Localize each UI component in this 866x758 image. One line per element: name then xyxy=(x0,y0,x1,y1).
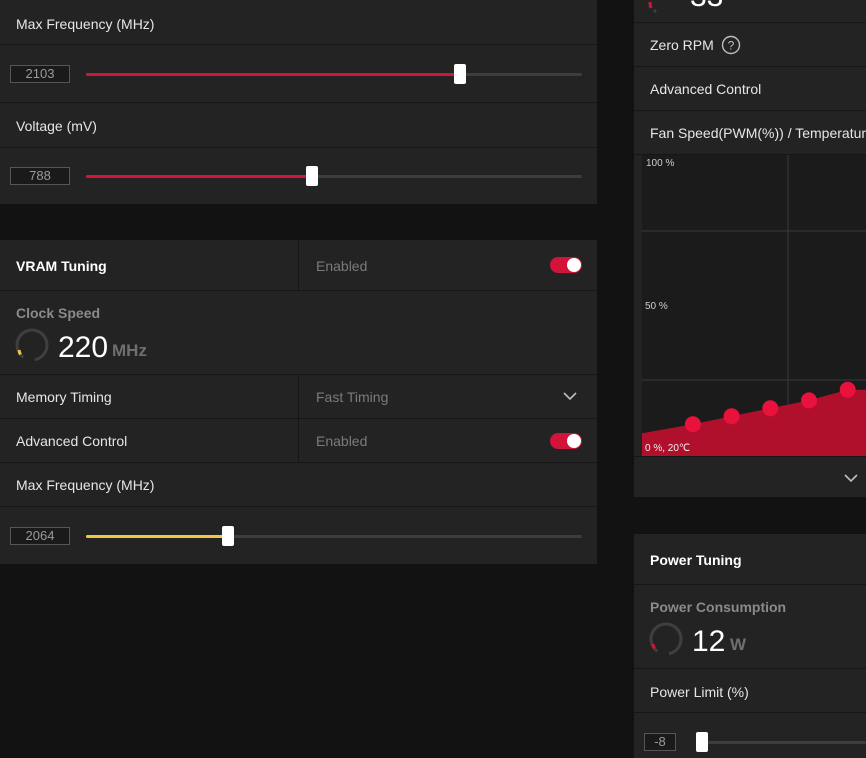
fan-advanced-control-label: Advanced Control xyxy=(650,81,762,97)
voltage-slider-fill xyxy=(86,175,312,178)
clock-speed-value: 220 xyxy=(58,331,109,364)
clock-speed-label: Clock Speed xyxy=(16,305,101,321)
gpu-tuning-panel: Max Frequency (MHz) 2103 Voltage (mV) 78… xyxy=(0,0,597,204)
power-limit-row: Power Limit (%) xyxy=(634,669,866,713)
svg-text:?: ? xyxy=(728,39,735,53)
zero-rpm-label: Zero RPM xyxy=(650,37,714,53)
chevron-down-icon[interactable] xyxy=(844,473,858,483)
fan-top-row: 33 xyxy=(634,0,866,23)
fan-curve-point-4[interactable] xyxy=(801,392,817,409)
vram-tuning-title: VRAM Tuning xyxy=(16,258,107,274)
y-mid-label: 50 % xyxy=(645,301,668,312)
vram-tuning-toggle[interactable] xyxy=(550,257,582,273)
vram-max-frequency-input[interactable]: 2064 xyxy=(10,527,70,545)
power-header-row: Power Tuning xyxy=(634,534,866,585)
vram-advanced-state: Enabled xyxy=(316,433,368,449)
power-consumption-value: 12 xyxy=(692,625,726,658)
fan-speed-value: 33 xyxy=(690,0,723,14)
power-tuning-panel: Power Tuning Power Consumption 12 W Powe… xyxy=(634,534,866,758)
fan-curve-title-row: Fan Speed(PWM(%)) / Temperature( xyxy=(634,111,866,155)
vram-header-divider xyxy=(298,240,299,290)
max-frequency-slider-thumb[interactable] xyxy=(454,64,467,84)
vram-max-frequency-slider-row: 2064 xyxy=(0,507,597,564)
power-limit-slider[interactable] xyxy=(696,732,866,752)
max-frequency-label: Max Frequency (MHz) xyxy=(16,16,155,32)
fan-expand-row[interactable] xyxy=(634,456,866,497)
memory-timing-dropdown[interactable]: Fast Timing xyxy=(299,375,597,419)
y-max-label: 100 % xyxy=(646,158,675,169)
vram-advanced-control-label: Advanced Control xyxy=(16,433,128,449)
power-limit-label: Power Limit (%) xyxy=(650,684,749,700)
vram-advanced-control-row: Advanced Control Enabled xyxy=(0,419,597,463)
vram-max-frequency-label: Max Frequency (MHz) xyxy=(16,477,155,493)
vram-tuning-panel: VRAM Tuning Enabled Clock Speed 220 MHz … xyxy=(0,240,597,564)
clock-speed-unit: MHz xyxy=(112,341,147,360)
chevron-down-icon xyxy=(563,392,577,401)
clock-speed-gauge-icon xyxy=(15,328,49,362)
voltage-row: Voltage (mV) xyxy=(0,103,597,148)
max-frequency-input[interactable]: 2103 xyxy=(10,65,70,83)
max-frequency-row: Max Frequency (MHz) xyxy=(0,0,597,45)
max-frequency-slider[interactable] xyxy=(86,64,582,84)
power-consumption-unit: W xyxy=(730,635,747,654)
vram-max-frequency-slider-thumb[interactable] xyxy=(222,526,235,546)
voltage-label: Voltage (mV) xyxy=(16,118,97,134)
fan-tuning-panel: 33 Zero RPM ? Advanced Control Fan Speed… xyxy=(634,0,866,497)
origin-label: 0 %, 20℃ xyxy=(645,443,691,454)
voltage-input[interactable]: 788 xyxy=(10,167,70,185)
clock-speed-row: Clock Speed 220 MHz xyxy=(0,291,597,375)
zero-rpm-row: Zero RPM ? xyxy=(634,23,866,67)
question-circle-icon[interactable]: ? xyxy=(721,35,741,55)
vram-max-frequency-row: Max Frequency (MHz) xyxy=(0,463,597,507)
fan-advanced-control-row: Advanced Control xyxy=(634,67,866,111)
power-gauge-icon xyxy=(649,622,683,656)
vram-advanced-divider xyxy=(298,419,299,462)
voltage-slider-row: 788 xyxy=(0,148,597,204)
voltage-slider-thumb[interactable] xyxy=(305,166,318,186)
fan-curve-point-1[interactable] xyxy=(684,416,701,433)
vram-header-row: VRAM Tuning Enabled xyxy=(0,240,597,291)
fan-curve-title: Fan Speed(PWM(%)) / Temperature( xyxy=(650,125,866,141)
fan-curve-svg[interactable] xyxy=(642,155,866,456)
voltage-slider[interactable] xyxy=(86,166,582,186)
power-limit-slider-thumb[interactable] xyxy=(696,732,708,752)
memory-timing-label: Memory Timing xyxy=(16,389,112,405)
memory-timing-row: Memory Timing Fast Timing xyxy=(0,375,597,419)
vram-advanced-toggle[interactable] xyxy=(550,433,582,449)
power-limit-slider-row: -8 xyxy=(634,713,866,758)
fan-curve-point-5[interactable] xyxy=(839,381,856,398)
vram-max-frequency-slider-fill xyxy=(86,535,229,538)
power-consumption-label: Power Consumption xyxy=(650,599,787,615)
max-frequency-slider-row: 2103 xyxy=(0,45,597,103)
vram-max-frequency-slider[interactable] xyxy=(86,526,582,546)
max-frequency-slider-fill xyxy=(86,73,461,76)
power-consumption-row: Power Consumption 12 W xyxy=(634,585,866,669)
memory-timing-value: Fast Timing xyxy=(316,389,389,405)
fan-curve-chart[interactable]: 100 % 50 % 0 %, 20℃ xyxy=(642,155,866,456)
power-limit-input[interactable]: -8 xyxy=(644,733,676,751)
fan-curve-point-2[interactable] xyxy=(723,408,740,425)
power-tuning-title: Power Tuning xyxy=(650,552,742,568)
fan-gauge-icon xyxy=(648,1,657,14)
fan-curve-point-3[interactable] xyxy=(762,400,779,417)
vram-state-label: Enabled xyxy=(316,258,368,274)
